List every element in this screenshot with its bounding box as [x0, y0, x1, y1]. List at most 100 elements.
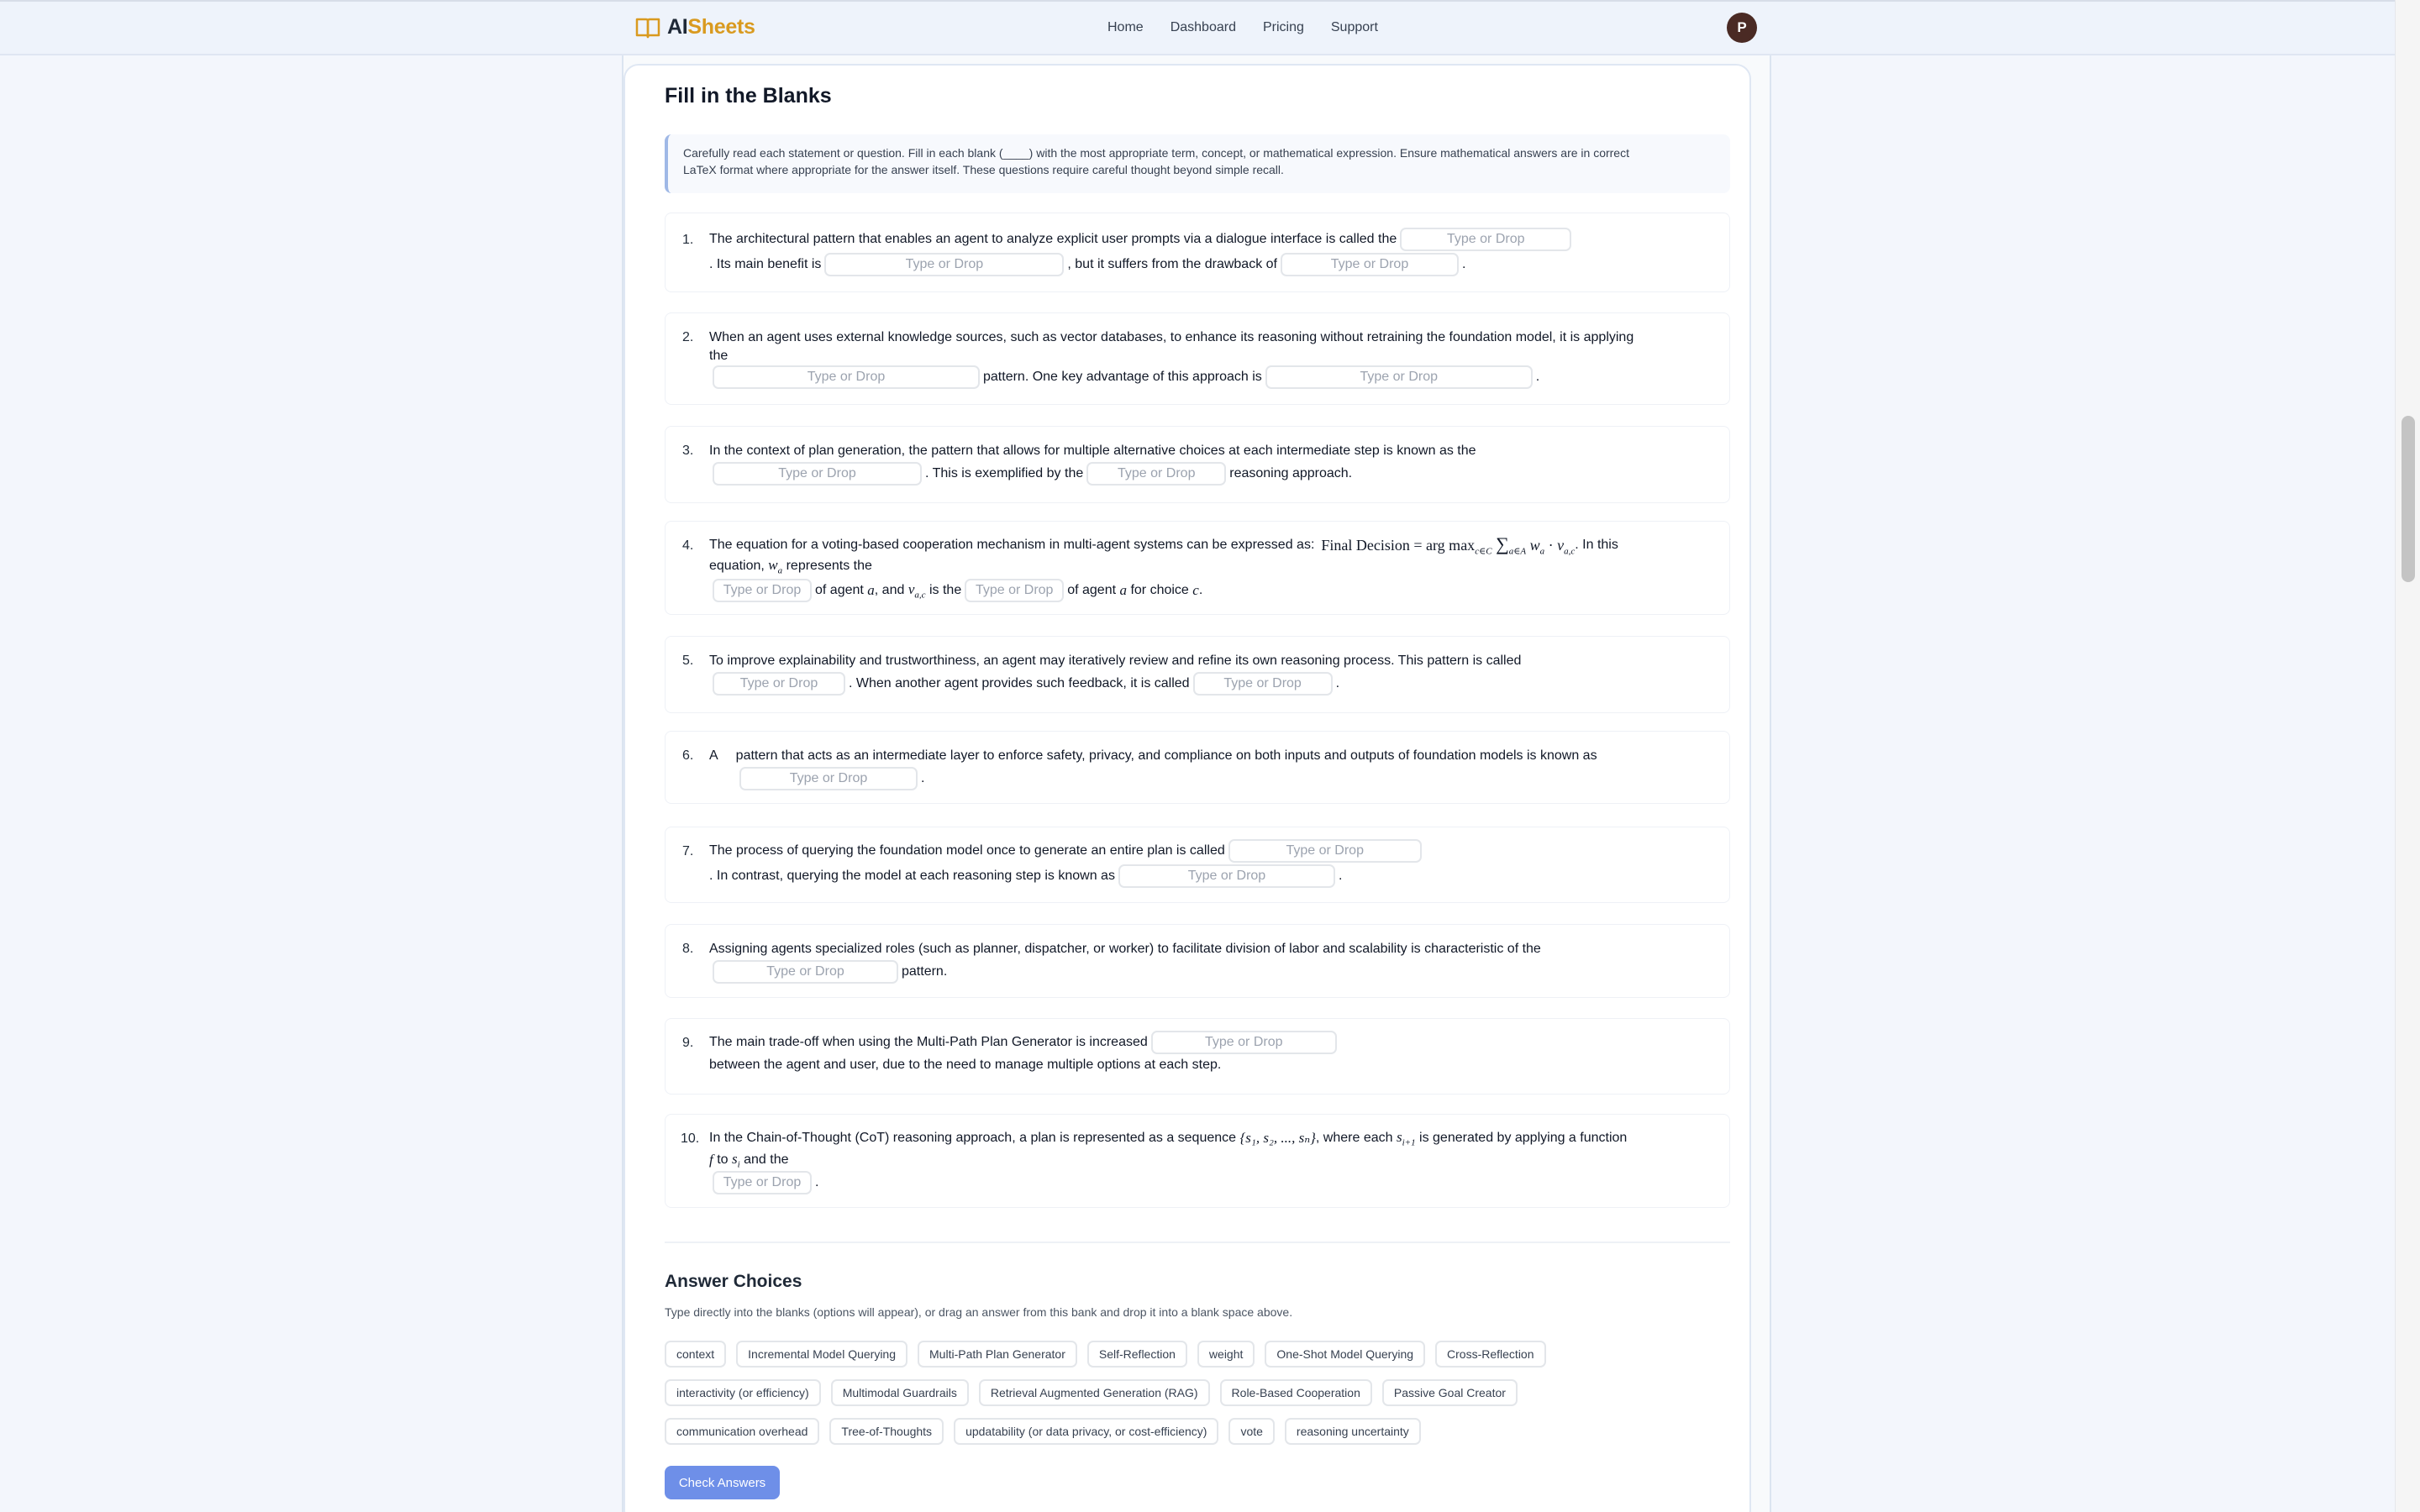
question-8: 8. Assigning agents specialized roles (s… [665, 924, 1730, 998]
section-divider [665, 1242, 1730, 1243]
page-scrollbar[interactable] [2395, 0, 2420, 1512]
section-title: Fill in the Blanks [665, 84, 832, 108]
instructions-box: Carefully read each statement or questio… [665, 134, 1730, 193]
math-var: wa [768, 557, 783, 576]
question-number: 6. [682, 748, 694, 763]
question-number: 9. [682, 1036, 694, 1050]
check-answers-button[interactable]: Check Answers [665, 1466, 780, 1499]
question-text: In the Chain-of-Thought (CoT) reasoning … [709, 1131, 1237, 1146]
question-text: for choice [1130, 583, 1189, 597]
blank-input[interactable] [824, 253, 1065, 276]
blank-input[interactable] [739, 767, 918, 790]
answer-chip[interactable]: weight [1197, 1341, 1255, 1368]
scrollbar-thumb[interactable] [2402, 416, 2415, 582]
blank-input[interactable] [713, 960, 898, 984]
nav-pricing[interactable]: Pricing [1263, 20, 1304, 35]
blank-input[interactable] [713, 365, 980, 389]
logo-text-sheets: Sheets [687, 15, 755, 39]
question-7: 7. The process of querying the foundatio… [665, 827, 1730, 903]
question-text: The architectural pattern that enables a… [709, 232, 1397, 246]
question-text: is generated by applying a function [1419, 1131, 1628, 1146]
blank-input[interactable] [713, 462, 922, 486]
question-text: pattern that acts as an intermediate lay… [735, 748, 1597, 763]
question-text: the [709, 349, 729, 363]
answer-chip[interactable]: Multimodal Guardrails [830, 1379, 969, 1406]
nav-home[interactable]: Home [1107, 20, 1144, 35]
question-text: In the context of plan generation, the p… [709, 444, 1476, 458]
answer-chip[interactable]: Tree-of-Thoughts [829, 1418, 944, 1445]
blank-input[interactable] [713, 1171, 812, 1194]
question-text: , but it suffers from the drawback of [1067, 257, 1277, 271]
question-10: 10. In the Chain-of-Thought (CoT) reason… [665, 1114, 1730, 1208]
equation: Final Decision = arg maxc∈C ∑a∈A wa · va… [1321, 533, 1576, 557]
blank-input[interactable] [1265, 365, 1533, 389]
answer-chip[interactable]: communication overhead [665, 1418, 820, 1445]
question-text: equation, [709, 559, 765, 574]
blank-input[interactable] [1118, 864, 1335, 888]
avatar[interactable]: P [1727, 13, 1757, 43]
math-var: si+1 [1396, 1129, 1416, 1148]
answer-chip[interactable]: Incremental Model Querying [736, 1341, 908, 1368]
logo[interactable]: AISheets [635, 15, 755, 39]
answer-chip[interactable]: vote [1228, 1418, 1275, 1445]
question-6: 6. A pattern that acts as an intermediat… [665, 731, 1730, 804]
answer-chip[interactable]: Role-Based Cooperation [1219, 1379, 1372, 1406]
blank-input[interactable] [713, 672, 845, 696]
answer-chip[interactable]: reasoning uncertainty [1284, 1418, 1421, 1445]
question-text: of agent [815, 583, 864, 597]
instructions-line-1: Carefully read each statement or questio… [683, 146, 1629, 160]
question-number: 10. [681, 1131, 700, 1146]
answer-chip[interactable]: context [665, 1341, 727, 1368]
question-text: . This is exemplified by the [925, 466, 1084, 480]
question-text: . [1535, 370, 1540, 384]
question-text: is the [929, 583, 962, 597]
question-9: 9. The main trade-off when using the Mul… [665, 1018, 1730, 1095]
answer-chip[interactable]: updatability (or data privacy, or cost-e… [954, 1418, 1219, 1445]
answer-choices-title: Answer Choices [665, 1272, 802, 1291]
answer-chip[interactable]: Passive Goal Creator [1381, 1379, 1518, 1406]
nav-support[interactable]: Support [1331, 20, 1378, 35]
question-text: . When another agent provides such feedb… [849, 676, 1190, 690]
question-text: . [1198, 583, 1203, 597]
answer-chip[interactable]: Cross-Reflection [1435, 1341, 1546, 1368]
question-text: . [1461, 257, 1466, 271]
math-var: a [1119, 582, 1128, 598]
question-number: 1. [682, 233, 694, 247]
blank-input[interactable] [1280, 253, 1459, 276]
nav-dashboard[interactable]: Dashboard [1171, 20, 1236, 35]
question-text: To improve explainability and trustworth… [709, 654, 1522, 668]
question-text: and the [744, 1152, 789, 1168]
blank-input[interactable] [1150, 1031, 1337, 1054]
answer-chip[interactable]: Retrieval Augmented Generation (RAG) [978, 1379, 1210, 1406]
question-3: 3. In the context of plan generation, th… [665, 426, 1730, 503]
question-text: , and [874, 583, 905, 597]
answer-chip[interactable]: Self-Reflection [1086, 1341, 1187, 1368]
question-text: pattern. [902, 964, 948, 979]
question-text: Assigning agents specialized roles (such… [709, 942, 1541, 956]
question-text: to [717, 1152, 729, 1168]
question-text: The equation for a voting-based cooperat… [709, 537, 1315, 552]
question-text: . In contrast, querying the model at eac… [709, 869, 1115, 883]
math-var: a [867, 582, 875, 598]
blank-input[interactable] [1400, 228, 1572, 251]
blank-input[interactable] [713, 579, 812, 602]
answer-chip[interactable]: interactivity (or efficiency) [665, 1379, 821, 1406]
math-var: c [1192, 582, 1199, 598]
question-text: , where each [1315, 1131, 1393, 1146]
answer-bank-row-1: context Incremental Model Querying Multi… [665, 1341, 1546, 1368]
blank-input[interactable] [1228, 839, 1422, 863]
question-text: between the agent and user, due to the n… [709, 1058, 1222, 1072]
question-text: The process of querying the foundation m… [709, 843, 1225, 858]
blank-input[interactable] [965, 579, 1065, 602]
blank-input[interactable] [1086, 462, 1227, 486]
question-text: . [921, 771, 925, 785]
question-text: . Its main benefit is [709, 257, 822, 271]
question-number: 4. [682, 538, 694, 553]
answer-chip[interactable]: Multi-Path Plan Generator [918, 1341, 1077, 1368]
question-text: pattern. One key advantage of this appro… [983, 370, 1262, 384]
answer-chip[interactable]: One-Shot Model Querying [1265, 1341, 1426, 1368]
question-text: represents the [786, 559, 872, 574]
math-var: si [731, 1151, 740, 1170]
blank-input[interactable] [1192, 672, 1333, 696]
book-icon [635, 18, 660, 38]
